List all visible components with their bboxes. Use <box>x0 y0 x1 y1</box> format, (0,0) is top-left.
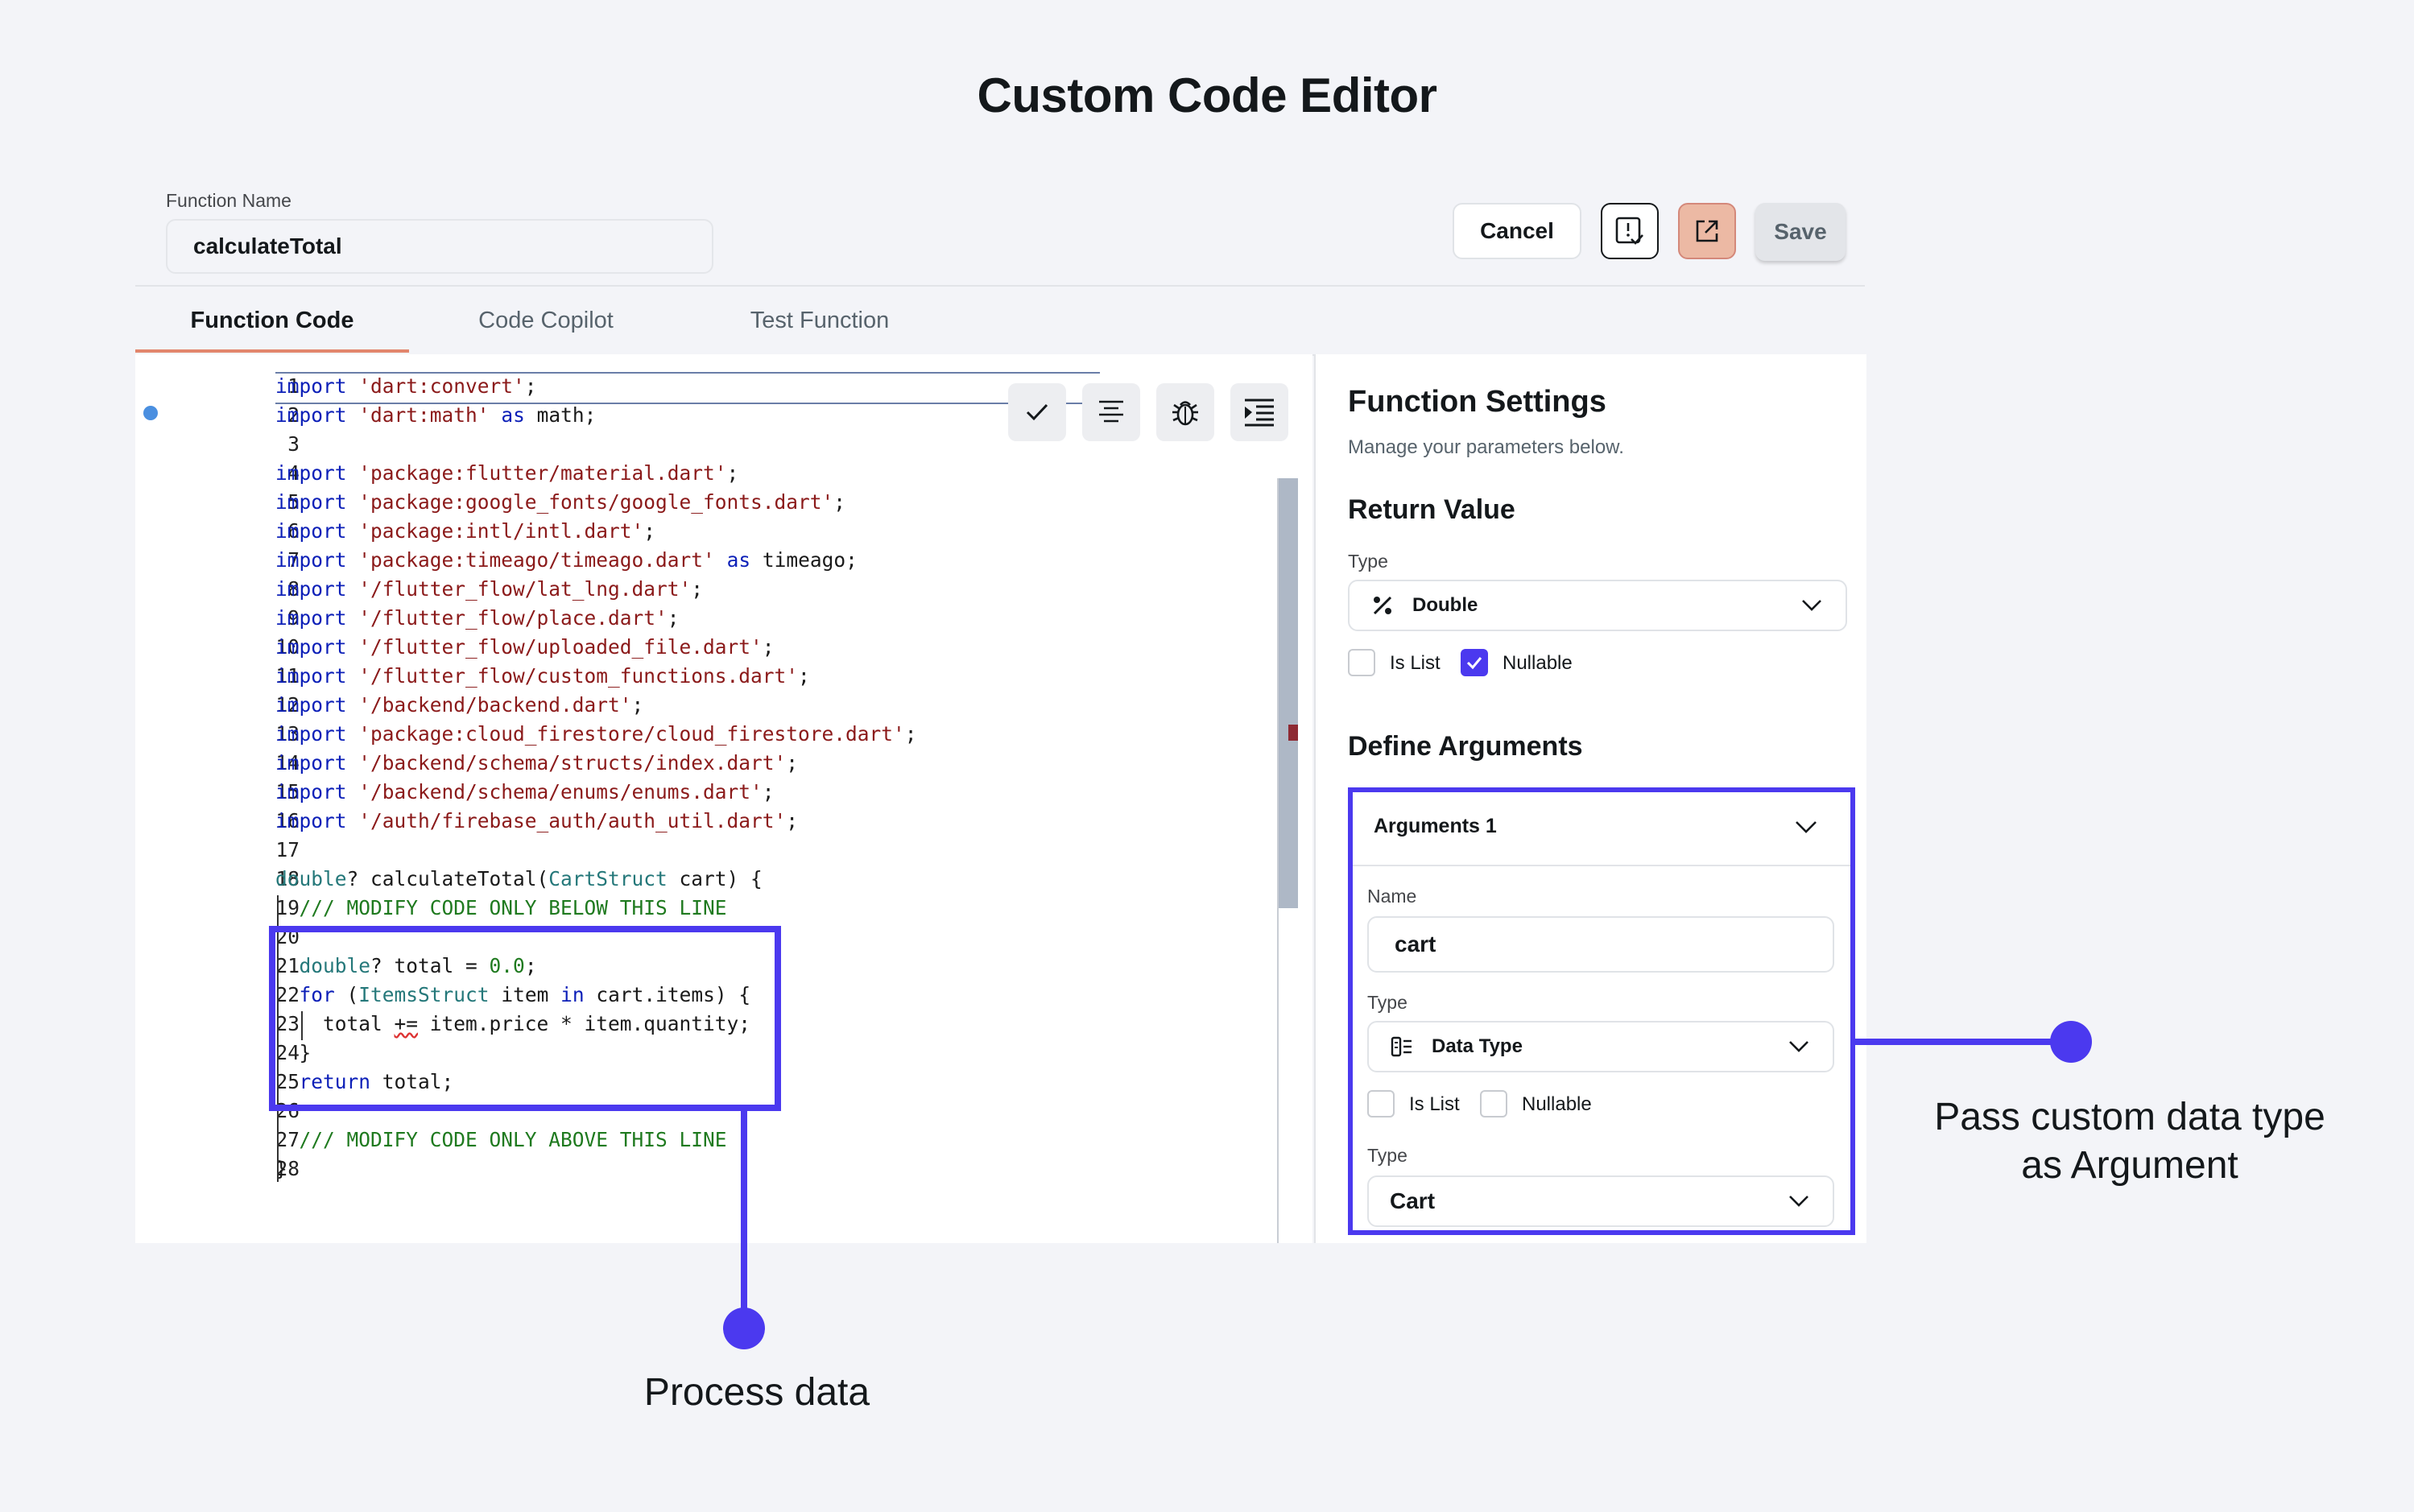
tab-function-code[interactable]: Function Code <box>135 287 409 354</box>
return-is-list-label: Is List <box>1390 652 1441 674</box>
argument-header[interactable]: Arguments 1 <box>1353 792 1850 866</box>
tab-code-copilot[interactable]: Code Copilot <box>409 287 683 354</box>
chevron-down-icon <box>1789 1041 1808 1052</box>
process-data-dot <box>723 1308 765 1349</box>
settings-title: Function Settings <box>1348 385 1606 419</box>
argument-name-input[interactable]: cart <box>1367 916 1834 973</box>
lightbulb-icon[interactable] <box>143 406 158 420</box>
return-nullable-label: Nullable <box>1503 652 1573 674</box>
indent-button[interactable] <box>1230 383 1288 441</box>
define-arguments-heading: Define Arguments <box>1348 731 1583 762</box>
editor-scrollbar[interactable] <box>1279 478 1298 908</box>
open-external-button[interactable] <box>1678 203 1736 259</box>
bug-icon <box>1172 401 1198 426</box>
argument-is-list-checkbox[interactable] <box>1367 1090 1395 1117</box>
process-data-highlight <box>269 926 781 1111</box>
argument-header-label: Arguments 1 <box>1374 815 1497 837</box>
process-data-connector <box>741 1109 747 1319</box>
argument-connector <box>1855 1039 2069 1045</box>
cancel-button[interactable]: Cancel <box>1453 203 1581 259</box>
argument-subtype-dropdown[interactable]: Cart <box>1367 1175 1834 1227</box>
chevron-down-icon <box>1796 821 1817 833</box>
checkmark-icon <box>1026 403 1048 421</box>
argument-subtype-value: Cart <box>1390 1188 1436 1213</box>
chevron-down-icon <box>1789 1196 1808 1207</box>
pass-argument-line-1: Pass custom data type <box>1934 1096 2325 1138</box>
argument-nullable-checkbox[interactable] <box>1480 1090 1507 1117</box>
check-code-button[interactable] <box>1008 383 1066 441</box>
return-type-label: Type <box>1348 551 1388 572</box>
argument-name-value: cart <box>1395 932 1436 956</box>
argument-type-value: Data Type <box>1432 1035 1523 1057</box>
process-data-annotation: Process data <box>643 1371 870 1414</box>
page-title: Custom Code Editor <box>977 68 1438 122</box>
validate-button[interactable] <box>1601 203 1659 259</box>
return-is-list-checkbox[interactable] <box>1348 649 1375 676</box>
argument-name-label: Name <box>1367 886 1417 907</box>
error-marker <box>1288 725 1298 741</box>
function-name-label: Function Name <box>166 190 291 211</box>
return-nullable-checkbox[interactable] <box>1461 649 1488 676</box>
argument-subtype-label: Type <box>1367 1145 1407 1166</box>
settings-subtitle: Manage your parameters below. <box>1348 436 1624 458</box>
format-code-button[interactable] <box>1082 383 1140 441</box>
argument-type-dropdown[interactable]: Data Type <box>1367 1021 1834 1072</box>
return-type-dropdown[interactable]: Double <box>1348 580 1847 631</box>
save-button[interactable]: Save <box>1755 203 1846 261</box>
tab-bar: Function Code Code Copilot Test Function <box>135 285 1865 356</box>
function-name-input[interactable]: calculateTotal <box>166 219 713 274</box>
return-value-heading: Return Value <box>1348 494 1515 525</box>
data-type-icon <box>1391 1036 1412 1057</box>
debug-button[interactable] <box>1156 383 1214 441</box>
external-link-icon <box>1696 220 1718 242</box>
pass-argument-annotation: Pass custom data type as Argument <box>1876 1093 2383 1190</box>
pass-argument-line-2: as Argument <box>2021 1144 2238 1187</box>
argument-card: Arguments 1 Name cart Type Data Type Is … <box>1348 787 1855 1235</box>
check-icon <box>1466 657 1482 670</box>
argument-type-label: Type <box>1367 992 1407 1013</box>
argument-dot <box>2050 1021 2092 1063</box>
argument-nullable-label: Nullable <box>1522 1093 1592 1115</box>
tab-test-function[interactable]: Test Function <box>683 287 957 354</box>
chevron-down-icon <box>1802 600 1821 611</box>
function-name-value: calculateTotal <box>193 233 342 258</box>
review-check-icon <box>1615 217 1643 245</box>
active-tab-indicator <box>135 349 409 353</box>
percent-icon <box>1373 596 1392 615</box>
argument-is-list-label: Is List <box>1409 1093 1460 1115</box>
align-center-icon <box>1099 400 1123 423</box>
indent-icon <box>1245 399 1274 427</box>
return-type-value: Double <box>1412 594 1478 616</box>
